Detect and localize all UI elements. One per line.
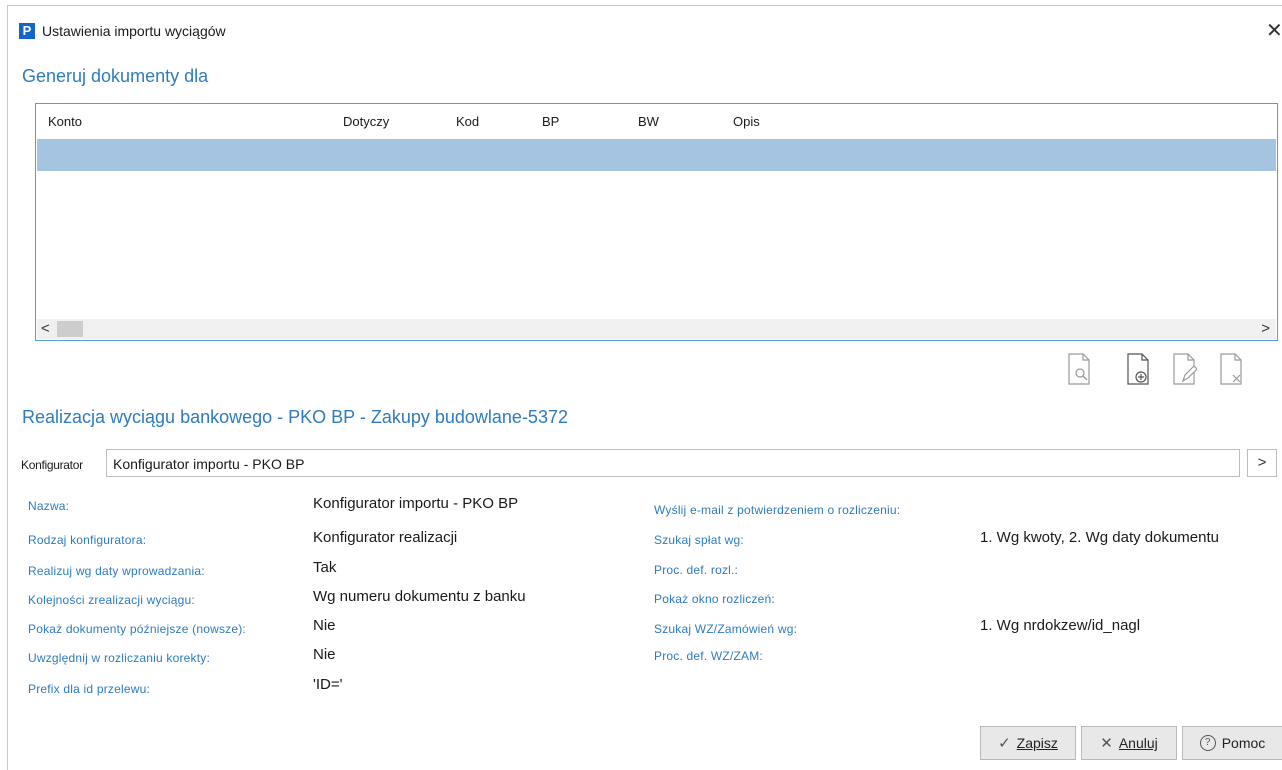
realization-section-title: Realizacja wyciągu bankowego - PKO BP - … (22, 407, 568, 427)
column-dotyczy[interactable]: Dotyczy (343, 114, 389, 129)
table-row-selected[interactable] (37, 139, 1276, 171)
detail-label-realizuj: Realizuj wg daty wprowadzania: (28, 564, 205, 578)
detail-value-kolejnosc: Wg numeru dokumentu z banku (313, 588, 526, 605)
scroll-left-icon[interactable]: < (41, 320, 50, 337)
document-delete-icon[interactable] (1218, 352, 1244, 386)
detail-value-szukaj-wz: 1. Wg nrdokzew/id_nagl (980, 617, 1141, 634)
help-button-label: Pomoc (1221, 735, 1266, 751)
column-kod[interactable]: Kod (456, 114, 479, 129)
checkmark-icon: ✓ (998, 735, 1011, 752)
detail-label-pokaz-dokumenty: Pokaż dokumenty późniejsze (nowsze): (28, 622, 246, 636)
save-button[interactable]: ✓ Zapisz (980, 726, 1076, 760)
detail-label-okno-rozliczen: Pokaż okno rozliczeń: (654, 592, 775, 606)
column-konto[interactable]: Konto (48, 114, 82, 129)
help-icon: ? (1199, 735, 1216, 751)
detail-value-rodzaj: Konfigurator realizacji (313, 529, 458, 546)
detail-label-szukaj-splat: Szukaj spłat wg: (654, 533, 744, 547)
detail-value-pokaz-dokumenty: Nie (313, 617, 336, 634)
column-bw[interactable]: BW (638, 114, 659, 129)
detail-value-korekty: Nie (313, 646, 336, 663)
generate-section-title: Generuj dokumenty dla (22, 66, 209, 86)
cancel-button[interactable]: ✕ Anuluj (1081, 726, 1177, 760)
detail-label-korekty: Uwzględnij w rozliczaniu korekty: (28, 651, 210, 665)
konfigurator-input[interactable]: Konfigurator importu - PKO BP (106, 449, 1240, 477)
save-button-label: Zapisz (1016, 735, 1058, 751)
konfigurator-label: Konfigurator (21, 458, 83, 472)
detail-label-proc-wz: Proc. def. WZ/ZAM: (654, 649, 763, 663)
close-icon: ✕ (1100, 735, 1113, 752)
detail-value-nazwa: Konfigurator importu - PKO BP (313, 495, 519, 512)
scroll-right-icon[interactable]: > (1261, 320, 1270, 337)
detail-label-email: Wyślij e-mail z potwierdzeniem o rozlicz… (654, 503, 901, 517)
document-add-icon[interactable] (1125, 352, 1151, 386)
konfigurator-select-button[interactable]: > (1247, 449, 1277, 477)
detail-label-nazwa: Nazwa: (28, 499, 70, 513)
detail-label-proc-rozl: Proc. def. rozl.: (654, 563, 739, 577)
help-button[interactable]: ? Pomoc (1182, 726, 1282, 760)
detail-label-kolejnosc: Kolejności zrealizacji wyciągu: (28, 593, 195, 607)
close-button[interactable]: ✕ (1266, 18, 1282, 42)
column-bp[interactable]: BP (542, 114, 559, 129)
column-opis[interactable]: Opis (733, 114, 760, 129)
detail-value-realizuj: Tak (313, 559, 337, 576)
documents-grid[interactable]: Konto Dotyczy Kod BP BW Opis < > (35, 103, 1278, 341)
app-icon: P (19, 23, 35, 39)
settings-window: P Ustawienia importu wyciągów ✕ Generuj … (7, 5, 1282, 770)
detail-label-rodzaj: Rodzaj konfiguratora: (28, 533, 147, 547)
document-preview-icon[interactable] (1066, 352, 1092, 386)
detail-value-prefix: 'ID=' (313, 676, 343, 693)
cancel-button-label: Anuluj (1118, 735, 1158, 751)
detail-value-szukaj-splat: 1. Wg kwoty, 2. Wg daty dokumentu (980, 529, 1219, 546)
detail-label-prefix: Prefix dla id przelewu: (28, 682, 150, 696)
grid-header: Konto Dotyczy Kod BP BW Opis (36, 104, 1277, 138)
scroll-thumb[interactable] (57, 321, 83, 337)
window-title: Ustawienia importu wyciągów (42, 23, 226, 39)
detail-label-szukaj-wz: Szukaj WZ/Zamówień wg: (654, 622, 798, 636)
horizontal-scrollbar[interactable]: < > (37, 319, 1276, 339)
document-edit-icon[interactable] (1171, 352, 1198, 386)
title-bar: P Ustawienia importu wyciągów ✕ (8, 6, 1282, 56)
